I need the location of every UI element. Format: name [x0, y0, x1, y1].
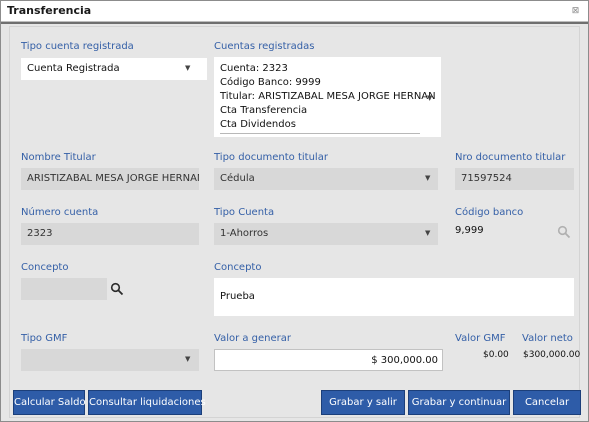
grabar-continuar-button[interactable]: Grabar y continuar	[408, 390, 510, 415]
list-scrollbar[interactable]	[220, 133, 420, 134]
search-icon[interactable]	[110, 282, 124, 296]
valor-neto-label: Valor neto	[522, 333, 573, 344]
concepto-search-label: Concepto	[21, 262, 69, 273]
tipo-documento-value: Cédula	[220, 173, 255, 184]
valor-neto-value: $300,000.00	[523, 350, 581, 360]
tipo-cuenta-registrada-select[interactable]: Cuenta Registrada	[21, 58, 207, 80]
grabar-salir-button[interactable]: Grabar y salir	[321, 390, 405, 415]
concepto-textarea[interactable]: Prueba	[214, 278, 574, 316]
tipo-cuenta-value: 1-Ahorros	[220, 228, 269, 239]
consultar-liquidaciones-button[interactable]: Consultar liquidaciones	[88, 390, 206, 415]
concepto-label: Concepto	[214, 262, 262, 273]
tipo-cuenta-registrada-value: Cuenta Registrada	[27, 63, 120, 74]
search-icon[interactable]	[557, 225, 571, 239]
valor-generar-label: Valor a generar	[214, 333, 292, 344]
nro-documento-value: 71597524	[461, 173, 512, 184]
cuentas-registradas-label: Cuentas registradas	[214, 41, 315, 52]
nombre-titular-field: ARISTIZABAL MESA JORGE HERNAN	[21, 168, 199, 190]
nro-documento-label: Nro documento titular	[455, 152, 566, 163]
cta-dividendos-line: Cta Dividendos	[220, 119, 296, 130]
calcular-saldo-button[interactable]: Calcular Saldo	[13, 390, 86, 415]
title-divider	[1, 22, 588, 24]
codigo-banco-line: Código Banco: 9999	[220, 77, 321, 88]
title-bar: Transferencia ⊠	[1, 1, 588, 22]
chevron-down-icon[interactable]: ▼	[185, 355, 190, 363]
titular-line: Titular: ARISTIZABAL MESA JORGE HERNAN	[220, 91, 436, 102]
codigo-banco-value: 9,999	[455, 225, 484, 236]
valor-gmf-label: Valor GMF	[455, 333, 506, 344]
tipo-cuenta-select[interactable]: 1-Ahorros	[214, 223, 438, 245]
numero-cuenta-field: 2323	[21, 223, 199, 245]
form-panel: Tipo cuenta registrada Cuenta Registrada…	[9, 26, 581, 418]
chevron-down-icon[interactable]: ▼	[425, 174, 430, 182]
transferencia-dialog: Transferencia ⊠ Tipo cuenta registrada C…	[0, 0, 589, 422]
concepto-search-field[interactable]	[21, 278, 107, 300]
tipo-cuenta-label: Tipo Cuenta	[214, 207, 275, 218]
cta-transferencia-line: Cta Transferencia	[220, 105, 308, 116]
chevron-down-icon[interactable]: ▼	[425, 229, 430, 237]
nombre-titular-value: ARISTIZABAL MESA JORGE HERNAN	[27, 173, 199, 184]
tipo-cuenta-registrada-label: Tipo cuenta registrada	[21, 41, 134, 52]
chevron-down-icon[interactable]: ▼	[427, 94, 432, 102]
concepto-value: Prueba	[220, 291, 255, 302]
tipo-documento-label: Tipo documento titular	[214, 152, 328, 163]
tipo-gmf-label: Tipo GMF	[21, 333, 68, 344]
numero-cuenta-value: 2323	[27, 228, 53, 239]
nro-documento-field: 71597524	[455, 168, 574, 190]
valor-generar-value: $ 300,000.00	[371, 355, 438, 366]
numero-cuenta-label: Número cuenta	[21, 207, 99, 218]
tipo-documento-select[interactable]: Cédula	[214, 168, 438, 190]
valor-gmf-value: $0.00	[483, 350, 509, 360]
cuenta-line: Cuenta: 2323	[220, 63, 288, 74]
cancelar-button[interactable]: Cancelar	[513, 390, 581, 415]
chevron-down-icon[interactable]: ▼	[185, 64, 190, 72]
valor-generar-input[interactable]: $ 300,000.00	[214, 349, 443, 371]
cuentas-registradas-list[interactable]: Cuenta: 2323 Código Banco: 9999 Titular:…	[214, 57, 441, 137]
window-title: Transferencia	[7, 4, 92, 17]
close-icon[interactable]: ⊠	[570, 6, 581, 17]
codigo-banco-label: Código banco	[455, 207, 524, 218]
nombre-titular-label: Nombre Titular	[21, 152, 96, 163]
tipo-gmf-select[interactable]	[21, 349, 199, 371]
